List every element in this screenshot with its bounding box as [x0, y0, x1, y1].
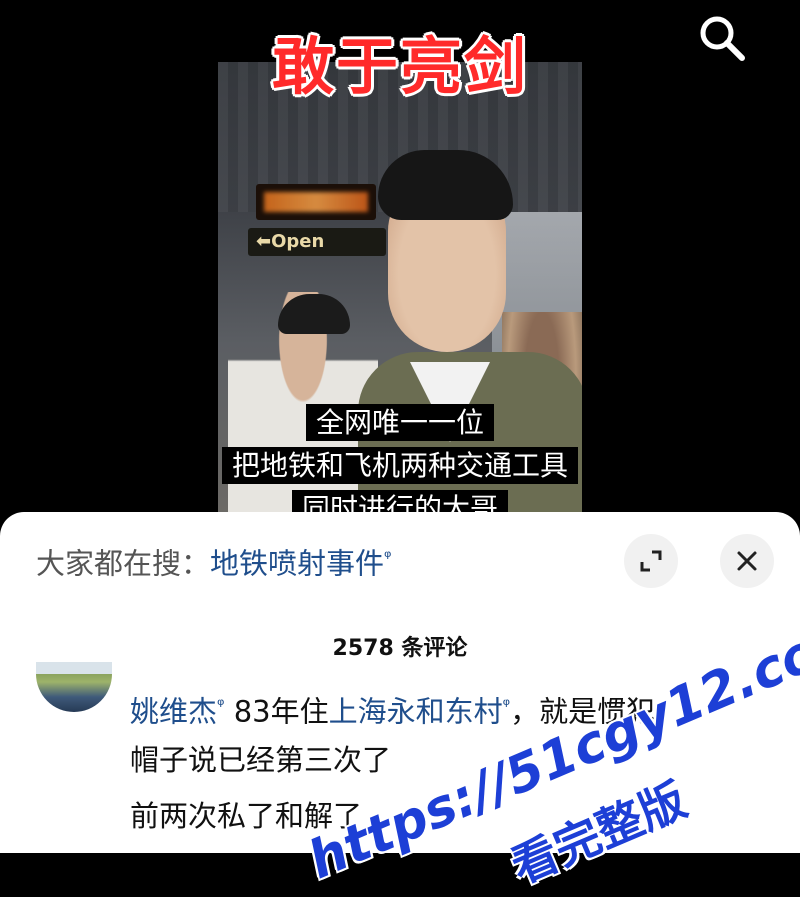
- video-player[interactable]: ⬅Open 敢于亮剑 全网唯一一位 把地铁和飞机两种交通工具 同时进行的大哥: [0, 0, 800, 532]
- subtitle-line-2: 把地铁和飞机两种交通工具: [0, 447, 800, 484]
- search-icon[interactable]: [696, 12, 748, 64]
- hot-search-prefix: 大家都在搜：: [36, 546, 211, 581]
- comment-text-a: 83年住: [224, 694, 329, 729]
- video-title-overlay: 敢于亮剑: [271, 30, 528, 103]
- comment-place-link[interactable]: 上海永和东村: [329, 695, 503, 729]
- subtitle-text-1: 全网唯一一位: [305, 404, 494, 441]
- close-icon: [737, 551, 757, 571]
- comment-count: 2578 条评论: [332, 636, 468, 661]
- magnifier-icon: ᵠ: [384, 547, 392, 568]
- expand-button[interactable]: [624, 534, 678, 588]
- avatar[interactable]: [36, 662, 112, 712]
- hot-search-keyword[interactable]: 地铁喷射事件: [210, 547, 384, 581]
- subtitle-line-1: 全网唯一一位: [0, 404, 800, 441]
- door-open-sign: ⬅Open: [248, 228, 386, 256]
- led-sign: [256, 184, 376, 220]
- expand-icon: [640, 550, 662, 572]
- magnifier-icon: ᵠ: [217, 695, 225, 716]
- subtitle-text-2: 把地铁和飞机两种交通工具: [221, 447, 578, 484]
- close-button[interactable]: [720, 534, 774, 588]
- comment-line-2: 帽子说已经第三次了: [130, 743, 392, 777]
- comment-username[interactable]: 姚维杰: [130, 695, 217, 729]
- door-open-sign-text: Open: [271, 231, 325, 252]
- magnifier-icon: ᵠ: [502, 695, 511, 716]
- hot-search-bar[interactable]: 大家都在搜：地铁喷射事件ᵠ: [36, 538, 392, 584]
